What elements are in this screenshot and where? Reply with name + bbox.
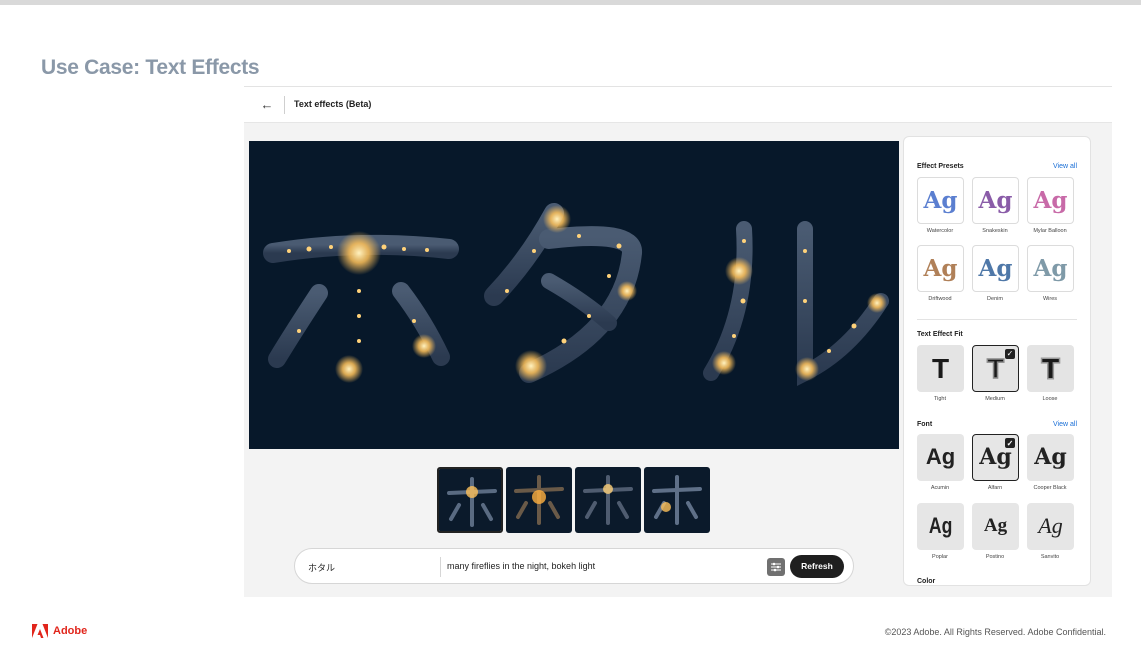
font-view-all-link[interactable]: View all (1053, 421, 1077, 428)
preset-sample: Ag (978, 187, 1013, 214)
header-divider (284, 96, 285, 114)
font-tile-poplar[interactable]: Ag (917, 503, 964, 550)
checkmark-icon: ✓ (1005, 438, 1015, 448)
font-label: Sanvito (1040, 554, 1060, 560)
prompt-divider (440, 557, 441, 577)
color-title: Color (917, 578, 936, 585)
preset-tile-snakeskin[interactable]: Ag (972, 177, 1019, 224)
preset-label: Snakeskin (982, 228, 1008, 234)
thumbnail-3[interactable] (575, 467, 641, 533)
text-input[interactable]: ホタル (308, 561, 335, 574)
refresh-button[interactable]: Refresh (790, 555, 844, 578)
katakana-ru (703, 221, 889, 386)
font-sample: Ag (1038, 513, 1063, 538)
checkmark-icon: ✓ (1005, 349, 1015, 359)
thumbnail-4[interactable] (644, 467, 710, 533)
preset-tile-denim[interactable]: Ag (972, 245, 1019, 292)
preset-sample: Ag (978, 255, 1013, 282)
section-divider (917, 319, 1077, 320)
prompt-bar: ホタル many fireflies in the night, bokeh l… (294, 548, 854, 584)
app-header: ← Text effects (Beta) (244, 87, 1112, 123)
top-border (0, 0, 1141, 5)
preset-sample: Ag (923, 255, 958, 282)
settings-sliders-icon[interactable] (767, 558, 785, 576)
preset-label: Denim (987, 296, 1003, 302)
adobe-wordmark: Adobe (53, 625, 88, 637)
fit-label: Medium (985, 396, 1005, 402)
preset-tile-driftwood[interactable]: Ag (917, 245, 964, 292)
font-sample: Ag (983, 515, 1008, 536)
font-label: Cooper Black (1033, 485, 1067, 491)
fit-tile-loose[interactable]: T (1027, 345, 1074, 392)
properties-panel: Effect Presets View all Ag Ag Ag Waterco… (903, 136, 1091, 586)
back-arrow-icon[interactable]: ← (258, 96, 276, 114)
font-sample: Ag (928, 513, 953, 538)
copyright-text: ©2023 Adobe. All Rights Reserved. Adobe … (884, 627, 1106, 637)
preset-sample: Ag (1033, 255, 1068, 282)
thumbnail-2[interactable] (506, 467, 572, 533)
font-label: Postino (985, 554, 1005, 560)
preset-label: Wires (1042, 296, 1058, 302)
presets-view-all-link[interactable]: View all (1053, 163, 1077, 170)
text-effect-artwork (263, 203, 889, 389)
font-label: Poplar (932, 554, 948, 560)
preset-label: Watercolor (926, 228, 954, 234)
font-sample: Ag (925, 444, 956, 469)
prompt-input[interactable]: many fireflies in the night, bokeh light (447, 561, 595, 571)
thumbnail-1[interactable] (437, 467, 503, 533)
canvas-preview (249, 141, 899, 449)
katakana-ta (484, 203, 642, 383)
fit-tile-medium[interactable]: T ✓ (972, 345, 1019, 392)
font-tile-cooper-black[interactable]: Ag (1027, 434, 1074, 481)
font-tile-sanvito[interactable]: Ag (1027, 503, 1074, 550)
preset-sample: Ag (923, 187, 958, 214)
preset-tile-mylar-balloon[interactable]: Ag (1027, 177, 1074, 224)
svg-text:T: T (932, 353, 949, 384)
font-tile-postino[interactable]: Ag (972, 503, 1019, 550)
svg-text:T: T (1042, 353, 1059, 384)
preset-label: Driftwood (928, 296, 952, 302)
font-title: Font (917, 421, 933, 428)
font-tile-acumin[interactable]: Ag (917, 434, 964, 481)
font-sample: Ag (1034, 444, 1067, 470)
font-label: Alfarn (987, 485, 1003, 491)
preset-label: Mylar Balloon (1033, 228, 1067, 234)
preset-tile-watercolor[interactable]: Ag (917, 177, 964, 224)
fit-title: Text Effect Fit (917, 331, 963, 338)
fit-tile-tight[interactable]: T (917, 345, 964, 392)
preset-tile-wires[interactable]: Ag (1027, 245, 1074, 292)
app-frame: ← Text effects (Beta) ホタル many fireflies… (244, 86, 1112, 597)
font-tile-alfarn[interactable]: Ag ✓ (972, 434, 1019, 481)
fit-label: Tight (933, 396, 947, 402)
presets-title: Effect Presets (917, 163, 964, 170)
adobe-logo-icon (32, 624, 48, 638)
fit-label: Loose (1042, 396, 1058, 402)
app-title: Text effects (Beta) (294, 99, 372, 109)
preset-sample: Ag (1033, 187, 1068, 214)
slide-title: Use Case: Text Effects (41, 56, 260, 79)
svg-text:T: T (987, 353, 1004, 384)
font-label: Acumin (930, 485, 950, 491)
